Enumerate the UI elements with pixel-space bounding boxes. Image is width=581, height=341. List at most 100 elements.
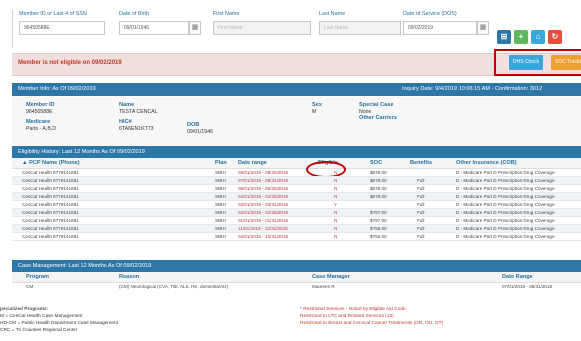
- pcp-cell: CenCal Health 8778141881: [22, 234, 79, 239]
- date-range-cell: 05/01/2019 - 06/30/2019: [238, 186, 289, 191]
- eligible-cell: N: [334, 170, 338, 175]
- other-insurance-cell: D - Medicare Part D Prescription Drug Co…: [456, 202, 555, 207]
- special-case-header: Special Case: [359, 102, 394, 108]
- medicare-header: Medicare: [26, 119, 51, 125]
- member-id-label: Member ID or Last 4 of SSN: [19, 11, 87, 17]
- cm-date-range-cell: 07/01/2019 - 08/31/2019: [502, 284, 553, 289]
- pcp-cell: CenCal Health 8778141881: [22, 210, 79, 215]
- col-other-insurance[interactable]: Other Insurance (COB): [456, 158, 517, 169]
- member-id-input[interactable]: 96450588E: [19, 21, 105, 35]
- program-cell: CM: [26, 284, 34, 289]
- pcp-cell: CenCal Health 8778141881: [22, 218, 79, 223]
- pcp-cell: CenCal Health 8778141881: [22, 186, 79, 191]
- legend-item: HD-CM = Public Health Department Case Ma…: [0, 321, 118, 326]
- col-date-range[interactable]: Date range: [238, 158, 267, 169]
- plan-cell: SBHI: [215, 234, 226, 239]
- table-row: CenCal Health 8778141881 SBHI 11/01/2018…: [12, 225, 581, 233]
- calendar-icon[interactable]: ▦: [477, 21, 489, 35]
- table-row: CenCal Health 8778141881 SBHI 01/01/2019…: [12, 217, 581, 225]
- date-range-cell: 11/01/2018 - 12/31/2018: [238, 226, 288, 231]
- eligible-cell: N: [334, 186, 338, 191]
- soc-cell: $678.00: [370, 170, 387, 175]
- pcp-cell: CenCal Health 8778141881: [22, 226, 79, 231]
- date-range-cell: 04/01/2019 - 04/30/2019: [238, 194, 289, 199]
- eligible-cell: N: [334, 178, 338, 183]
- soc-cell: $678.00: [370, 194, 387, 199]
- sex-value: M: [312, 109, 317, 115]
- benefits-cell: Full: [417, 194, 425, 199]
- table-row: CenCal Health 8778141881 SBHI 02/01/2019…: [12, 209, 581, 217]
- plan-cell: SBHI: [215, 178, 226, 183]
- home-button[interactable]: ⌂: [531, 30, 545, 44]
- col-benefits[interactable]: Benefits: [410, 158, 432, 169]
- table-row: CenCal Health 8778141881 SBHI 03/01/2019…: [12, 201, 581, 209]
- member-search-form: Member ID or Last 4 of SSN 96450588E Dat…: [12, 10, 581, 48]
- table-row: CenCal Health 8778141881 SBHI 09/01/2019…: [12, 169, 581, 177]
- eligible-cell: N: [334, 210, 338, 215]
- dob-group: Date of Birth 09/01/1946 ▦: [119, 10, 201, 35]
- plan-cell: SBHI: [215, 194, 226, 199]
- soc-cell: $755.00: [370, 226, 387, 231]
- benefits-cell: Full: [417, 210, 425, 215]
- col-program: Program: [26, 274, 50, 280]
- date-range-cell: 02/01/2019 - 02/28/2019: [238, 210, 289, 215]
- benefits-cell: Full: [417, 234, 425, 239]
- legend-item: Restricted to LTC and Related Services (…: [300, 314, 394, 319]
- eligible-cell: Y: [334, 202, 338, 207]
- add-button[interactable]: +: [514, 30, 528, 44]
- soc-cell: $678.00: [370, 178, 387, 183]
- dob-input[interactable]: 09/01/1946: [119, 21, 189, 35]
- member-info-title: Member Info: As Of 09/02/2019: [18, 86, 96, 92]
- table-row: CM (CM) Neurological (CVA, TBI, ALS, HK,…: [12, 283, 581, 291]
- other-carriers-header: Other Carriers: [359, 115, 397, 121]
- col-plan[interactable]: Plan: [215, 158, 227, 169]
- other-insurance-cell: D - Medicare Part D Prescription Drug Co…: [456, 194, 555, 199]
- table-row: CenCal Health 8778141881 SBHI 04/01/2019…: [12, 193, 581, 201]
- inquiry-info: Inquiry Date: 9/4/2019 10:06:15 AM - Con…: [402, 86, 543, 92]
- pcp-cell: CenCal Health 8778141881: [22, 178, 79, 183]
- eligible-cell: N: [334, 218, 338, 223]
- member-id-header: Member ID: [26, 102, 55, 108]
- eligibility-rows: CenCal Health 8778141881 SBHI 09/01/2019…: [12, 169, 581, 241]
- first-name-input[interactable]: First Name: [213, 21, 311, 35]
- dob-value: 09/01/1946: [187, 129, 213, 135]
- table-row: CenCal Health 8778141881 SBHI 05/01/2019…: [12, 185, 581, 193]
- medicare-value: Parts - A,B,D: [26, 126, 56, 132]
- other-insurance-cell: D - Medicare Part D Prescription Drug Co…: [456, 226, 555, 231]
- date-range-cell: 01/01/2019 - 01/31/2019: [238, 218, 289, 223]
- first-name-group: First Name First Name: [213, 10, 311, 35]
- pcp-cell: CenCal Health 8778141881: [22, 194, 79, 199]
- dos-input[interactable]: 09/02/2019: [403, 21, 477, 35]
- col-soc[interactable]: SOC: [370, 158, 382, 169]
- last-name-input[interactable]: Last Name: [319, 21, 401, 35]
- member-id-group: Member ID or Last 4 of SSN 96450588E: [19, 10, 105, 35]
- refresh-button[interactable]: ↻: [548, 30, 562, 44]
- col-case-manager: Case Manager: [312, 274, 350, 280]
- hic-value: 6TA6EN1KT73: [119, 126, 154, 132]
- soc-cell: $755.00: [370, 234, 387, 239]
- alert-message: Member is not eligible on 09/02/2019: [18, 60, 122, 66]
- sex-header: Sex: [312, 102, 322, 108]
- table-row: CenCal Health 8778141881 SBHI 07/01/2019…: [12, 177, 581, 185]
- col-pcp-sort[interactable]: ▲ PCP Name (Phone): [22, 158, 80, 169]
- highlight-box: [494, 49, 581, 76]
- calendar-icon[interactable]: ▦: [189, 21, 201, 35]
- legend-title: * Restricted Services - Noted by Eligibl…: [300, 307, 407, 312]
- eligible-cell: N: [334, 194, 338, 199]
- eligibility-history-title: Eligibility History: Last 12 Months As O…: [18, 149, 145, 155]
- member-info-panel: Member ID 96450588E Name TESTA CENCAL Se…: [12, 97, 581, 145]
- legend-item: CRC = Tri Counties Regional Center: [0, 328, 78, 333]
- plan-cell: SBHI: [215, 170, 226, 175]
- benefits-cell: Full: [417, 202, 425, 207]
- name-header: Name: [119, 102, 135, 108]
- col-reason: Reason: [119, 274, 140, 280]
- other-insurance-cell: D - Medicare Part D Prescription Drug Co…: [456, 210, 555, 215]
- other-insurance-cell: D - Medicare Part D Prescription Drug Co…: [456, 234, 555, 239]
- eligible-cell: N: [334, 226, 338, 231]
- specialized-programs-legend: pecialized Programs: M = CenCal Health C…: [0, 306, 300, 334]
- other-insurance-cell: D - Medicare Part D Prescription Drug Co…: [456, 170, 555, 175]
- eligible-cell: N: [334, 234, 338, 239]
- search-button[interactable]: ⊞: [497, 30, 511, 44]
- pcp-cell: CenCal Health 8778141881: [22, 202, 79, 207]
- other-insurance-cell: D - Medicare Part D Prescription Drug Co…: [456, 186, 555, 191]
